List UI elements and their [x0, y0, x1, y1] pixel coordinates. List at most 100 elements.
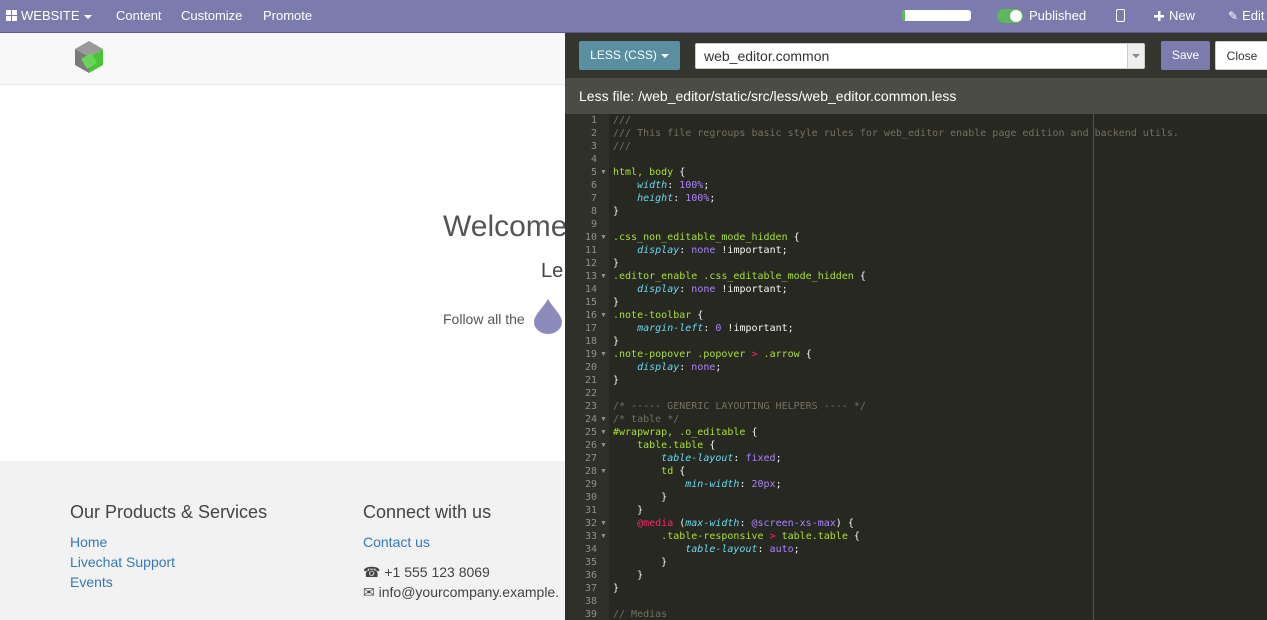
file-type-label: LESS (CSS): [590, 48, 657, 62]
mobile-preview-button[interactable]: [1116, 0, 1125, 32]
phone-number: +1 555 123 8069: [384, 564, 490, 580]
products-heading: Our Products & Services: [70, 502, 268, 522]
code-line: ///: [613, 141, 632, 152]
code-line: }: [613, 336, 620, 347]
editor-toolbar: LESS (CSS) web_editor.common Save Close: [565, 33, 1267, 78]
code-line: height: 100%;: [637, 193, 716, 204]
select-arrow-icon[interactable]: [1127, 44, 1144, 68]
line-number: 37: [584, 583, 597, 594]
code-line: }: [613, 297, 620, 308]
fold-arrow-icon[interactable]: ▼: [600, 530, 607, 543]
fold-arrow-icon[interactable]: ▼: [600, 270, 607, 283]
page-progress-bar: [902, 10, 971, 21]
line-number: 23: [584, 401, 597, 412]
fold-arrow-icon[interactable]: ▼: [600, 413, 607, 426]
pencil-icon: ✎: [1228, 9, 1239, 23]
code-line: display: none;: [637, 362, 722, 373]
code-editor-panel: LESS (CSS) web_editor.common Save Close …: [565, 33, 1267, 620]
code-line: html, body {: [613, 167, 686, 178]
caret-down-icon: [83, 14, 92, 19]
published-toggle[interactable]: [997, 9, 1023, 23]
file-type-dropdown[interactable]: LESS (CSS): [579, 41, 680, 70]
close-button[interactable]: Close: [1215, 41, 1267, 70]
new-button[interactable]: New: [1154, 0, 1195, 32]
email-address[interactable]: info@yourcompany.example.: [379, 584, 559, 600]
code-line: display: none !important;: [637, 245, 788, 256]
line-number: 7: [590, 193, 597, 204]
new-button-label: New: [1169, 8, 1196, 23]
code-line: }: [613, 375, 620, 386]
file-path: Less file: /web_editor/static/src/less/w…: [579, 88, 957, 104]
file-path-bar: Less file: /web_editor/static/src/less/w…: [565, 78, 1267, 114]
progress-fill: [902, 10, 906, 21]
line-number: 4: [590, 154, 597, 165]
website-header: [0, 33, 565, 85]
line-number: 26: [584, 440, 597, 451]
code-line: .note-popover .popover > .arrow {: [613, 349, 812, 360]
apps-grid-icon: [6, 10, 17, 21]
line-number: 31: [584, 505, 597, 516]
footer-link-livechat[interactable]: Livechat Support: [70, 554, 175, 570]
fold-arrow-icon[interactable]: ▼: [600, 517, 607, 530]
website-menu-label: WEBSITE: [21, 8, 80, 23]
code-line: margin-left: 0 !important;: [637, 323, 794, 334]
contact-us-link[interactable]: Contact us: [363, 534, 430, 550]
company-logo[interactable]: [69, 39, 109, 79]
line-number: 9: [590, 219, 597, 230]
line-number: 36: [584, 570, 597, 581]
website-menu[interactable]: WEBSITE: [6, 0, 92, 32]
hero-follow-text: Follow all the: [443, 311, 525, 327]
edit-button-label: Edit: [1242, 8, 1265, 23]
drop-icon: [534, 299, 562, 334]
line-number: 12: [584, 258, 597, 269]
line-number: 35: [584, 557, 597, 568]
code-line: }: [613, 570, 644, 581]
fold-arrow-icon[interactable]: ▼: [600, 348, 607, 361]
save-button[interactable]: Save: [1161, 41, 1210, 70]
fold-arrow-icon[interactable]: ▼: [600, 309, 607, 322]
email-line: ✉ info@yourcompany.example.: [363, 584, 559, 601]
line-number: 15: [584, 297, 597, 308]
line-number: 25: [584, 427, 597, 438]
published-label[interactable]: Published: [1029, 0, 1086, 32]
line-number: 11: [584, 245, 597, 256]
footer-link-events[interactable]: Events: [70, 574, 113, 590]
code-line: }: [613, 557, 668, 568]
line-number: 24: [584, 414, 597, 425]
plus-icon: [1154, 11, 1164, 21]
line-number: 19: [584, 349, 597, 360]
fold-arrow-icon[interactable]: ▼: [600, 439, 607, 452]
code-line: .table-responsive > table.table {: [661, 531, 860, 542]
line-number: 1: [590, 115, 597, 126]
file-select-value: web_editor.common: [704, 48, 830, 64]
file-select[interactable]: web_editor.common: [695, 43, 1145, 69]
code-line: table-layout: fixed;: [661, 453, 782, 464]
code-line: /* ----- GENERIC LAYOUTING HELPERS ---- …: [613, 401, 866, 412]
fold-arrow-icon[interactable]: ▼: [600, 465, 607, 478]
hero-subtitle: Le: [541, 260, 564, 282]
code-line: }: [613, 206, 620, 217]
line-number: 13: [584, 271, 597, 282]
line-number-gutter: 1 2 3 4 5 ▼ 6 7 8 9 10 ▼ 11 12 13 ▼ 14 15 16 ▼ 17 18 19 ▼ 20 21 22…: [565, 114, 609, 620]
website-footer: Our Products & Services Home Livechat Su…: [0, 461, 565, 620]
edit-button[interactable]: ✎ Edit: [1228, 0, 1264, 32]
line-number: 8: [590, 206, 597, 217]
phone-icon: ☎: [363, 564, 381, 580]
menu-promote[interactable]: Promote: [263, 0, 312, 32]
code-line: #wrapwrap, .o_editable {: [613, 427, 758, 438]
line-number: 17: [584, 323, 597, 334]
menu-content[interactable]: Content: [116, 0, 162, 32]
footer-link-home[interactable]: Home: [70, 534, 107, 550]
fold-arrow-icon[interactable]: ▼: [600, 231, 607, 244]
code-area[interactable]: 1 2 3 4 5 ▼ 6 7 8 9 10 ▼ 11 12 13 ▼ 14 15 16 ▼ 17 18 19 ▼ 20 21 22…: [565, 114, 1267, 620]
line-number: 16: [584, 310, 597, 321]
fold-arrow-icon[interactable]: ▼: [600, 426, 607, 439]
fold-arrow-icon[interactable]: ▼: [600, 166, 607, 179]
line-number: 34: [584, 544, 597, 555]
line-number: 38: [584, 596, 597, 607]
top-navbar: WEBSITE Content Customize Promote Publis…: [0, 0, 1267, 33]
code-line: .css_non_editable_mode_hidden {: [613, 232, 800, 243]
line-number: 20: [584, 362, 597, 373]
menu-customize[interactable]: Customize: [181, 0, 242, 32]
line-number: 29: [584, 479, 597, 490]
